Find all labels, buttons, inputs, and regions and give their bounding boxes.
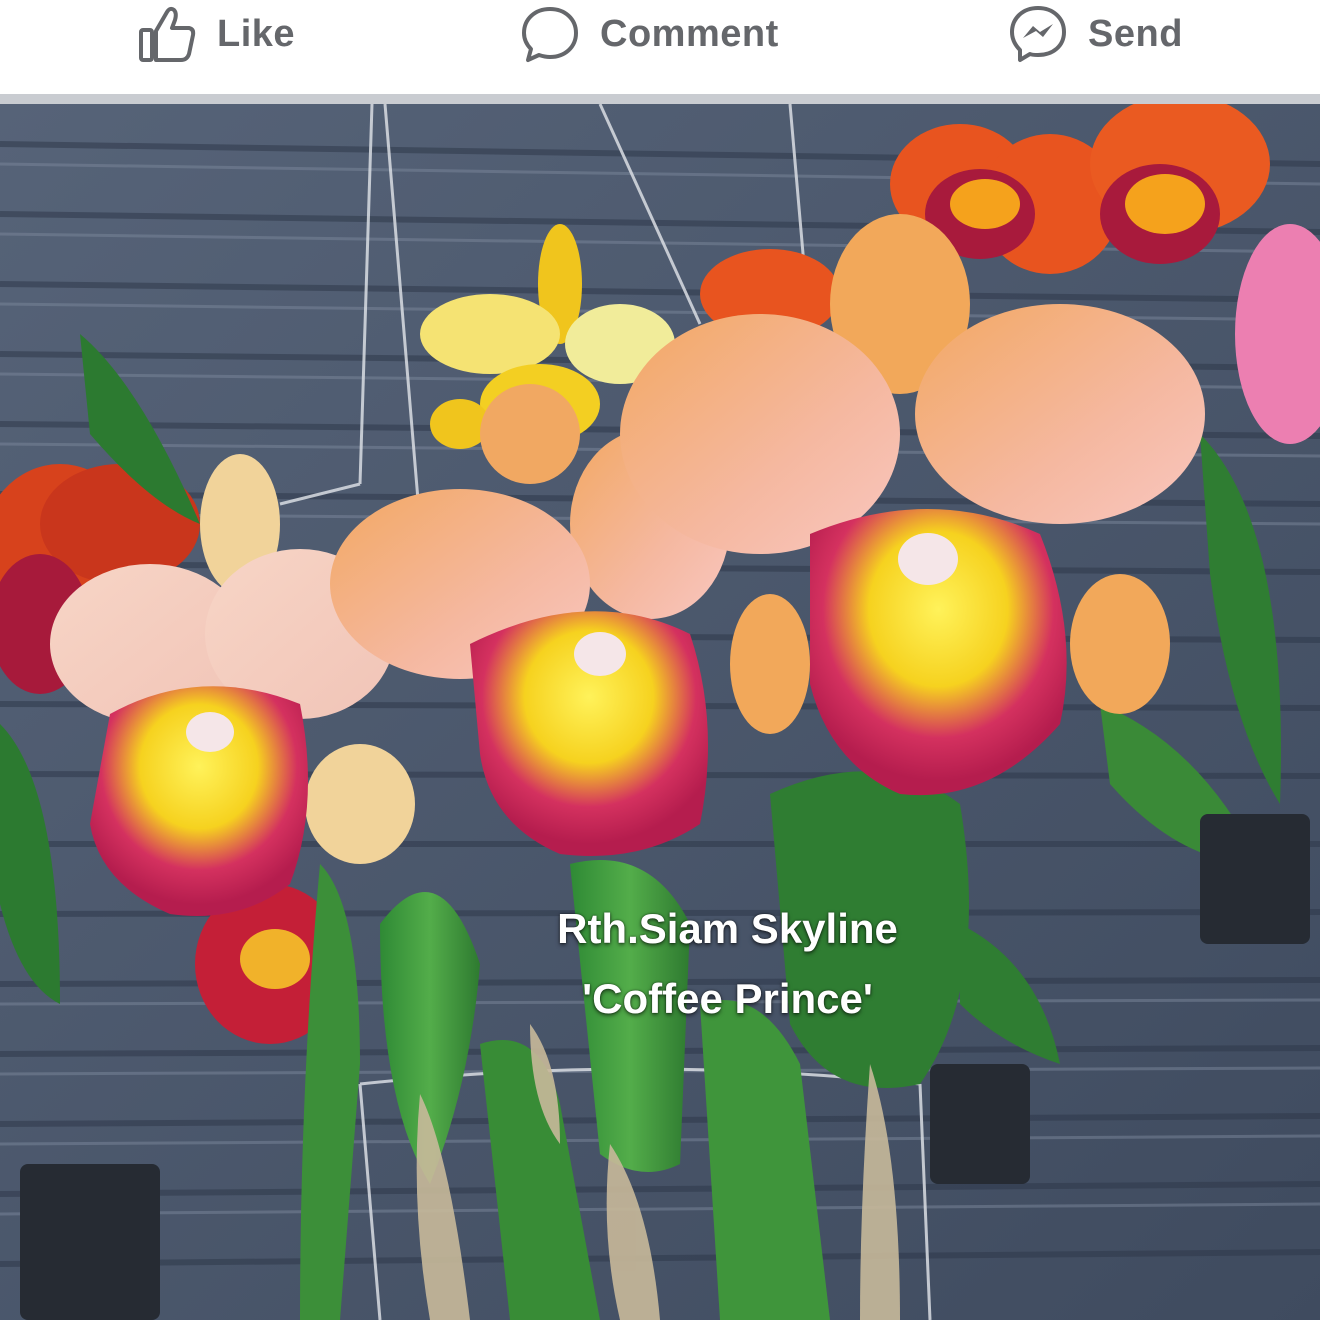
post-photo[interactable]: Rth.Siam Skyline 'Coffee Prince' xyxy=(0,104,1320,1320)
thumbs-up-icon xyxy=(137,4,197,64)
send-button[interactable]: Send xyxy=(1008,0,1183,68)
photo-caption: Rth.Siam Skyline 'Coffee Prince' xyxy=(490,894,965,1034)
like-label: Like xyxy=(217,12,296,55)
divider xyxy=(0,94,1320,104)
caption-line-1: Rth.Siam Skyline xyxy=(557,905,898,952)
post-action-bar: Like Comment Send xyxy=(0,0,1320,94)
send-label: Send xyxy=(1088,12,1183,55)
like-button[interactable]: Like xyxy=(137,0,295,68)
comment-label: Comment xyxy=(600,12,779,55)
messenger-icon xyxy=(1008,4,1068,64)
orchid-photo-illustration xyxy=(0,104,1320,1320)
comment-button[interactable]: Comment xyxy=(520,0,779,68)
caption-line-2: 'Coffee Prince' xyxy=(582,975,873,1022)
speech-bubble-icon xyxy=(520,4,580,64)
